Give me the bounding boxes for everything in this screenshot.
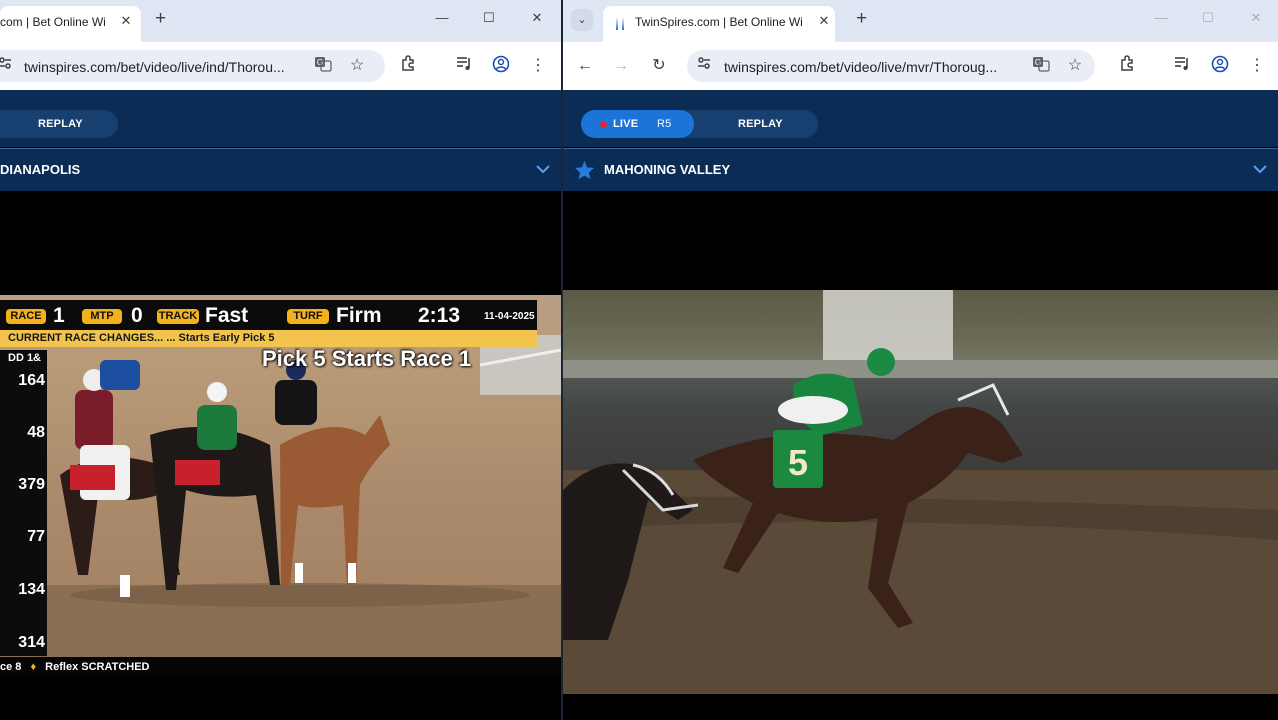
- double-odds-column: DD 1& 164 48 379 77 134 314: [0, 350, 47, 656]
- tab-strip: com | Bet Online Wi ✕ + — ☐ ✕: [0, 0, 561, 42]
- site-info-icon[interactable]: [693, 55, 715, 77]
- turf-condition-value: Firm: [336, 304, 382, 327]
- mtp-label: MTP: [82, 309, 122, 324]
- track-condition-label: TRACK: [157, 309, 199, 324]
- maximize-button[interactable]: ☐: [479, 10, 499, 26]
- live-video-player[interactable]: 5: [563, 191, 1278, 720]
- replay-tab[interactable]: REPLAY: [38, 118, 83, 130]
- address-bar[interactable]: twinspires.com/bet/video/live/mvr/Thorou…: [687, 50, 1095, 82]
- extensions-icon[interactable]: [397, 55, 419, 77]
- menu-kebab-icon[interactable]: ⋮: [1246, 55, 1268, 77]
- favorite-star-icon[interactable]: [574, 160, 595, 185]
- mtp-value: 0: [131, 304, 143, 327]
- profile-icon[interactable]: [490, 55, 512, 77]
- ticker-text: CURRENT RACE CHANGES... ... Starts Early…: [8, 332, 275, 344]
- active-tab[interactable]: com | Bet Online Wi ✕: [0, 6, 141, 42]
- track-name: DIANAPOLIS: [0, 162, 81, 177]
- translate-icon[interactable]: G: [312, 55, 334, 77]
- track-selector[interactable]: MAHONING VALLEY: [563, 148, 1278, 192]
- live-indicator-icon: [600, 121, 607, 128]
- odds-value: 48: [27, 424, 45, 441]
- reload-icon[interactable]: ↻: [648, 55, 670, 77]
- race-number: 1: [53, 304, 65, 327]
- url-text: twinspires.com/bet/video/live/ind/Thorou…: [24, 59, 285, 75]
- odds-value: 134: [18, 581, 45, 598]
- url-text: twinspires.com/bet/video/live/mvr/Thorou…: [724, 59, 998, 75]
- chevron-down-icon[interactable]: [1252, 163, 1268, 175]
- forward-icon[interactable]: →: [610, 55, 632, 77]
- track-name: MAHONING VALLEY: [604, 162, 731, 177]
- site-info-icon[interactable]: [0, 55, 16, 77]
- extensions-icon[interactable]: [1116, 55, 1138, 77]
- ticker-bullet-icon: ♦: [30, 661, 37, 673]
- new-tab-button[interactable]: +: [155, 8, 166, 30]
- close-window-button[interactable]: ✕: [527, 10, 547, 26]
- track-condition-value: Fast: [205, 304, 249, 327]
- scratch-ticker: ce 8 ♦ Reflex SCRATCHED: [0, 657, 561, 677]
- tab-title: com | Bet Online Wi: [0, 15, 106, 29]
- odds-value: 77: [27, 528, 45, 545]
- star-icon[interactable]: ☆: [346, 55, 368, 77]
- tab-close-icon[interactable]: ✕: [118, 13, 134, 29]
- race-label: RACE: [6, 309, 46, 324]
- track-selector[interactable]: DIANAPOLIS: [0, 148, 561, 192]
- profile-icon[interactable]: [1209, 55, 1231, 77]
- twinspires-logo-icon: [613, 15, 627, 36]
- left-browser-window: com | Bet Online Wi ✕ + — ☐ ✕ twinspires…: [0, 0, 561, 720]
- race-number-label: R5: [657, 118, 672, 130]
- turf-condition-label: TURF: [287, 309, 329, 324]
- race-info-hud: RACE 1 MTP 0 TRACK Fast TURF Firm 2:13 1…: [0, 300, 537, 330]
- live-replay-toggle: REPLAY: [0, 110, 118, 138]
- scratch-ticker-prefix: ce 8: [0, 661, 22, 673]
- tab-strip: ⌄ TwinSpires.com | Bet Online Wi ✕ + — ☐…: [563, 0, 1278, 42]
- scratch-ticker-text: Reflex SCRATCHED: [45, 661, 150, 673]
- tab-title: TwinSpires.com | Bet Online Wi: [635, 15, 803, 29]
- odds-value: 379: [18, 476, 45, 493]
- tab-close-icon[interactable]: ✕: [816, 13, 832, 29]
- translate-icon[interactable]: G: [1030, 55, 1052, 77]
- odds-value: 164: [18, 372, 45, 389]
- race-date: 11-04-2025: [484, 311, 535, 322]
- svg-text:G: G: [1035, 58, 1041, 67]
- back-icon[interactable]: ←: [574, 55, 596, 77]
- star-icon[interactable]: ☆: [1064, 55, 1086, 77]
- chevron-down-icon[interactable]: [535, 163, 551, 175]
- maximize-button[interactable]: ☐: [1198, 10, 1218, 26]
- active-tab[interactable]: TwinSpires.com | Bet Online Wi ✕: [603, 6, 835, 42]
- new-tab-button[interactable]: +: [856, 8, 867, 30]
- live-video-player[interactable]: [0, 191, 561, 720]
- saddle-cloth-number: 5: [788, 442, 808, 483]
- browser-toolbar: twinspires.com/bet/video/live/ind/Thorou…: [0, 42, 561, 90]
- pick5-banner: Pick 5 Starts Race 1: [262, 346, 472, 371]
- media-control-icon[interactable]: [1171, 55, 1193, 77]
- menu-kebab-icon[interactable]: ⋮: [527, 55, 549, 77]
- live-tab[interactable]: LIVE R5: [581, 110, 694, 138]
- close-window-button[interactable]: ✕: [1246, 10, 1266, 26]
- live-replay-toggle: LIVE R5 REPLAY: [581, 110, 818, 138]
- minimize-button[interactable]: —: [432, 10, 452, 25]
- replay-tab[interactable]: REPLAY: [738, 118, 783, 130]
- odds-value: 314: [18, 634, 45, 651]
- right-browser-window: ⌄ TwinSpires.com | Bet Online Wi ✕ + — ☐…: [563, 0, 1278, 720]
- race-scene-graphic: 5: [563, 290, 1278, 694]
- odds-header: DD 1&: [8, 352, 42, 364]
- minimize-button[interactable]: —: [1151, 10, 1171, 25]
- video-mode-nav: REPLAY: [0, 90, 561, 147]
- svg-text:G: G: [317, 58, 323, 67]
- media-control-icon[interactable]: [453, 55, 475, 77]
- address-bar[interactable]: twinspires.com/bet/video/live/ind/Thorou…: [0, 50, 385, 82]
- tab-search-chevron-icon[interactable]: ⌄: [571, 9, 593, 31]
- post-time: 2:13: [418, 304, 461, 327]
- race-changes-ticker: CURRENT RACE CHANGES... ... Starts Early…: [0, 330, 537, 347]
- browser-toolbar: ← → ↻ twinspires.com/bet/video/live/mvr/…: [563, 42, 1278, 90]
- video-mode-nav: LIVE R5 REPLAY: [563, 90, 1278, 147]
- video-frame-race: 5: [563, 290, 1278, 694]
- live-label: LIVE: [613, 118, 639, 130]
